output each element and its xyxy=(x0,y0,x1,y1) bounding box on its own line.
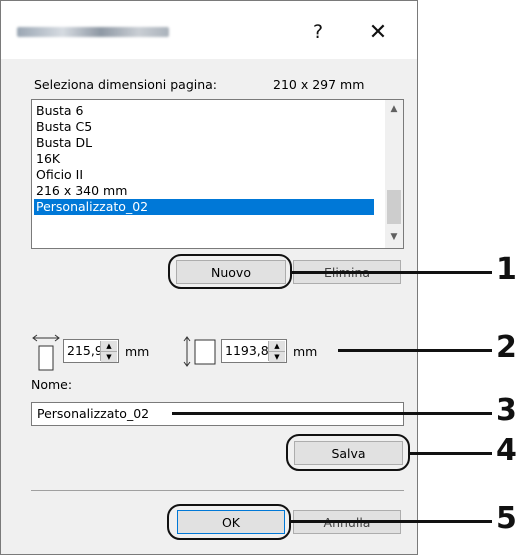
blurred-window-title xyxy=(17,27,169,37)
width-unit: mm xyxy=(125,344,150,359)
width-dimension-icon xyxy=(32,334,60,371)
callout-number-3: 3 xyxy=(496,393,517,428)
help-button[interactable]: ? xyxy=(303,17,333,47)
callout-number-4: 4 xyxy=(496,433,517,468)
scroll-up-icon[interactable]: ▲ xyxy=(385,100,403,118)
callout-outline-save xyxy=(286,434,410,471)
callout-outline-ok xyxy=(167,504,291,540)
list-item-selected[interactable]: Personalizzato_02 xyxy=(34,199,374,215)
list-item[interactable]: 16K xyxy=(34,151,374,167)
width-value: 215,9 xyxy=(67,343,103,358)
spin-up-icon[interactable]: ▲ xyxy=(101,341,117,352)
callout-line-2 xyxy=(338,349,492,352)
callout-line-5 xyxy=(291,520,492,523)
divider xyxy=(31,490,404,491)
scroll-thumb[interactable] xyxy=(387,190,401,224)
list-item[interactable]: Busta DL xyxy=(34,135,374,151)
height-input[interactable]: 1193,8 ▲ ▼ xyxy=(221,339,287,363)
name-label: Nome: xyxy=(31,377,73,392)
current-page-size: 210 x 297 mm xyxy=(273,77,365,92)
height-unit: mm xyxy=(293,344,318,359)
height-spinner[interactable]: ▲ ▼ xyxy=(268,341,285,362)
callout-outline-new xyxy=(168,254,292,289)
list-item[interactable]: Oficio II xyxy=(34,167,374,183)
callout-line-4 xyxy=(410,452,492,455)
callout-number-5: 5 xyxy=(496,501,517,536)
height-value: 1193,8 xyxy=(225,343,269,358)
paper-size-list[interactable]: Busta 6 Busta C5 Busta DL 16K Oficio II … xyxy=(31,99,404,249)
callout-line-1 xyxy=(292,271,492,274)
page-size-label: Seleziona dimensioni pagina: xyxy=(34,77,218,92)
title-bar: ? ✕ xyxy=(1,1,417,59)
callout-line-3 xyxy=(172,412,492,415)
callout-number-2: 2 xyxy=(496,330,517,365)
list-scrollbar[interactable]: ▲ ▼ xyxy=(385,100,403,248)
width-input[interactable]: 215,9 ▲ ▼ xyxy=(63,339,119,363)
spin-down-icon[interactable]: ▼ xyxy=(101,352,117,362)
close-button[interactable]: ✕ xyxy=(363,17,393,47)
spin-down-icon[interactable]: ▼ xyxy=(269,352,285,362)
width-spinner[interactable]: ▲ ▼ xyxy=(100,341,117,362)
callout-number-1: 1 xyxy=(496,252,517,287)
scroll-down-icon[interactable]: ▼ xyxy=(385,228,403,246)
height-dimension-icon xyxy=(183,336,216,367)
spin-up-icon[interactable]: ▲ xyxy=(269,341,285,352)
list-item[interactable]: Busta C5 xyxy=(34,119,374,135)
list-item[interactable]: 216 x 340 mm xyxy=(34,183,374,199)
list-item[interactable]: Busta 6 xyxy=(34,103,374,119)
